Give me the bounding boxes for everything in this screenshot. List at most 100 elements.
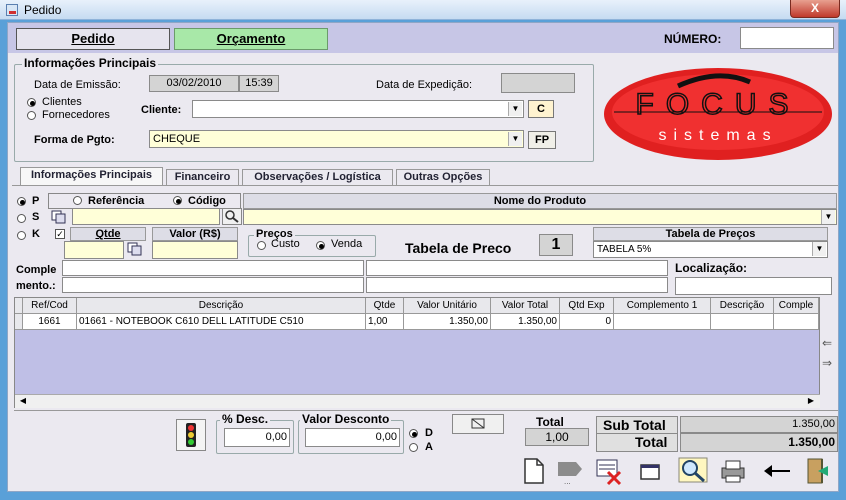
radio-clientes-label: Clientes [42,96,82,108]
table-cell[interactable] [614,314,711,330]
radio-a[interactable] [409,443,418,452]
radio-venda[interactable] [316,241,325,250]
table-cell[interactable]: 01661 - NOTEBOOK C610 DELL LATITUDE C510 [77,314,366,330]
table-cell[interactable] [774,314,819,330]
data-emissao-field[interactable]: 03/02/2010 [149,75,239,92]
complemento-label-2: mento.: [16,280,56,292]
tabela-precos-select[interactable]: TABELA 5% ▼ [593,241,828,258]
edit-icon[interactable]: ... [554,456,584,486]
scroll-left-icon[interactable]: ◀ [16,395,30,407]
valor-header: Valor (R$) [152,227,238,241]
radio-fornecedores[interactable] [27,111,36,120]
qtde-input[interactable] [64,241,124,259]
tab-outras-opcoes[interactable]: Outras Opções [396,169,490,185]
traffic-light-icon[interactable] [176,419,206,451]
copy-icon[interactable] [126,242,144,256]
tab-orcamento[interactable]: Orçamento [174,28,328,50]
new-document-icon[interactable] [518,456,548,486]
tab-pedido[interactable]: Pedido [16,28,170,50]
grid-col-comple[interactable]: Comple [774,298,819,314]
table-cell[interactable] [711,314,774,330]
nome-produto-header: Nome do Produto [243,193,837,209]
data-expedicao-field[interactable] [501,73,575,93]
codigo-input[interactable] [72,208,220,225]
complemento-input-4[interactable] [366,277,668,293]
window-icon[interactable] [636,456,666,486]
radio-clientes[interactable] [27,98,36,107]
complemento-input-1[interactable] [62,260,364,276]
venda-label: Venda [331,238,363,250]
valor-desconto-label: Valor Desconto [300,412,392,426]
table-cell[interactable]: 0 [560,314,614,330]
grid-col-ref-cod[interactable]: Ref/Cod [23,298,77,314]
complemento-input-3[interactable] [366,260,668,276]
radio-d-label: D [425,427,433,439]
delete-icon[interactable] [594,456,624,486]
svg-text:FOCUS: FOCUS [636,88,801,121]
hora-field[interactable]: 15:39 [239,75,279,92]
desc-label: % Desc. [220,412,271,426]
grid-divider [14,410,838,411]
info-group-title: Informações Principais [22,56,159,70]
grid-col-descricao-2[interactable]: Descrição [711,298,774,314]
table-cell[interactable]: 1.350,00 [491,314,560,330]
nome-produto-select[interactable]: ▼ [243,209,837,225]
exit-icon[interactable] [802,456,832,486]
radio-k-label: K [32,228,40,240]
tab-financeiro[interactable]: Financeiro [166,169,239,185]
arrow-left-icon[interactable]: ⇐ [822,336,836,350]
close-button[interactable]: X [790,0,840,18]
radio-s[interactable] [17,214,26,223]
grid-col-valor-unitario[interactable]: Valor Unitário [404,298,491,314]
expand-icon[interactable] [452,414,504,434]
back-arrow-icon[interactable] [760,456,790,486]
tabela-preco-number: 1 [539,234,573,256]
radio-p[interactable] [17,197,26,206]
desc-input[interactable]: 0,00 [224,428,290,447]
grid-col-valor-total[interactable]: Valor Total [491,298,560,314]
localizacao-input[interactable] [675,277,832,295]
numero-field[interactable] [740,27,834,49]
chevron-down-icon: ▼ [508,102,522,116]
tab-informacoes-principais[interactable]: Informações Principais [20,167,163,185]
complemento-input-2[interactable] [62,277,364,293]
cliente-c-button[interactable]: C [528,100,554,118]
table-cell[interactable]: 1,00 [366,314,404,330]
title-bar [0,0,846,20]
valor-desconto-input[interactable]: 0,00 [305,428,400,447]
grid-corner [15,298,23,314]
forma-pgto-label: Forma de Pgto: [34,134,115,146]
total-qtde-field: 1,00 [525,428,589,446]
grid-col-qtd-exp[interactable]: Qtd Exp [560,298,614,314]
fp-button[interactable]: FP [528,131,556,149]
grid-col-descricao[interactable]: Descrição [77,298,366,314]
scroll-right-icon[interactable]: ▶ [804,395,818,407]
table-cell[interactable]: 1.350,00 [404,314,491,330]
search-icon[interactable] [222,208,242,225]
horizontal-scrollbar[interactable] [15,394,820,408]
print-icon[interactable] [718,456,748,486]
radio-referencia[interactable] [73,196,82,205]
table-cell[interactable]: 1661 [23,314,77,330]
copy-icon[interactable] [50,210,68,224]
qtde-checkbox[interactable]: ✓ [55,229,65,239]
radio-custo[interactable] [257,241,266,250]
arrow-right-icon[interactable]: ⇒ [822,356,836,370]
grid-col-qtde[interactable]: Qtde [366,298,404,314]
grid-col-complemento-1[interactable]: Complemento 1 [614,298,711,314]
cliente-label: Cliente: [141,104,182,116]
radio-k[interactable] [17,231,26,240]
tab-observacoes-logistica[interactable]: Observações / Logística [242,169,393,185]
total-label: Total [536,415,564,429]
forma-pgto-select[interactable]: CHEQUE ▼ [149,130,524,148]
radio-codigo[interactable] [173,196,182,205]
cliente-select[interactable]: ▼ [192,100,524,118]
tabela-precos-header: Tabela de Preços [593,227,828,241]
tabela-preco-label: Tabela de Preco [405,240,512,256]
svg-text:sistemas: sistemas [658,127,777,144]
qtde-header: Qtde [70,227,146,241]
search-icon[interactable] [677,456,708,486]
valor-input[interactable] [152,241,238,259]
subtotal-label: Sub Total [596,416,678,434]
radio-d[interactable] [409,429,418,438]
